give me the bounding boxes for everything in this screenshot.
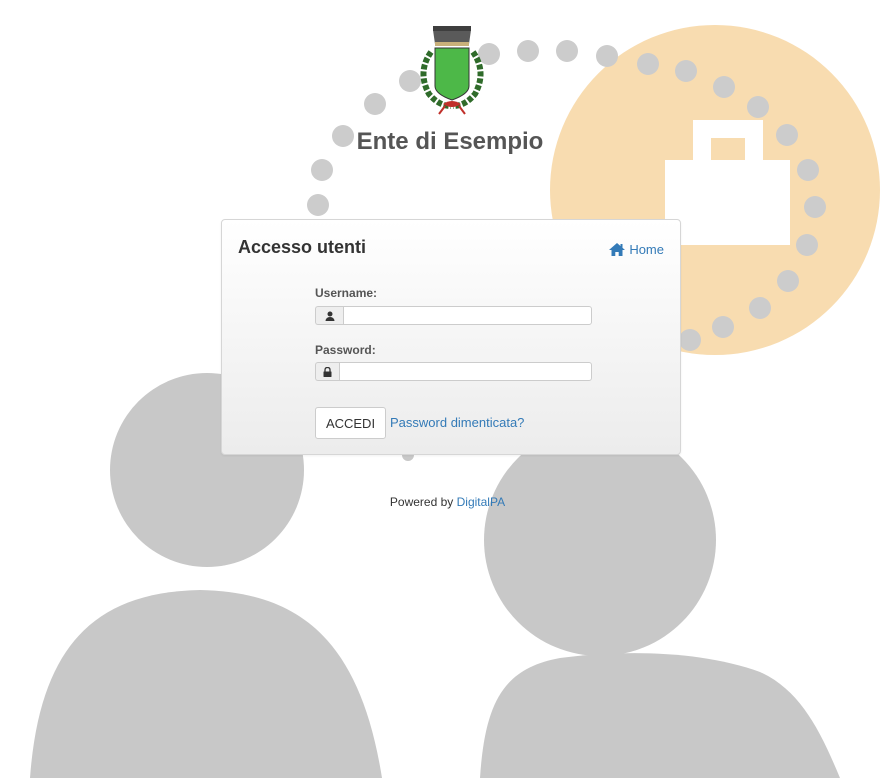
user-icon (315, 306, 343, 325)
username-label: Username: (315, 286, 378, 300)
home-link[interactable]: Home (609, 242, 664, 257)
password-input-group (315, 362, 592, 381)
username-input-group (315, 306, 592, 325)
footer-prefix: Powered by (389, 495, 454, 509)
coat-of-arms-icon (420, 26, 484, 115)
footer: Powered by DigitalPA (0, 495, 895, 509)
password-input[interactable] (339, 362, 592, 381)
digitalpa-link[interactable]: DigitalPA (457, 495, 505, 509)
home-link-label: Home (629, 242, 664, 257)
login-button[interactable]: ACCEDI (315, 407, 386, 439)
forgot-password-link[interactable]: Password dimenticata? (390, 415, 524, 430)
username-input[interactable] (343, 306, 592, 325)
password-label: Password: (315, 343, 376, 357)
login-panel: Accesso utenti Home Username: Password: (221, 219, 681, 455)
person-silhouette-right (480, 424, 840, 778)
login-page: Ente di Esempio Accesso utenti Home User… (0, 0, 895, 778)
lock-icon (315, 362, 339, 381)
home-icon (609, 243, 626, 256)
panel-title: Accesso utenti (238, 237, 367, 257)
organization-name: Ente di Esempio (356, 128, 544, 155)
